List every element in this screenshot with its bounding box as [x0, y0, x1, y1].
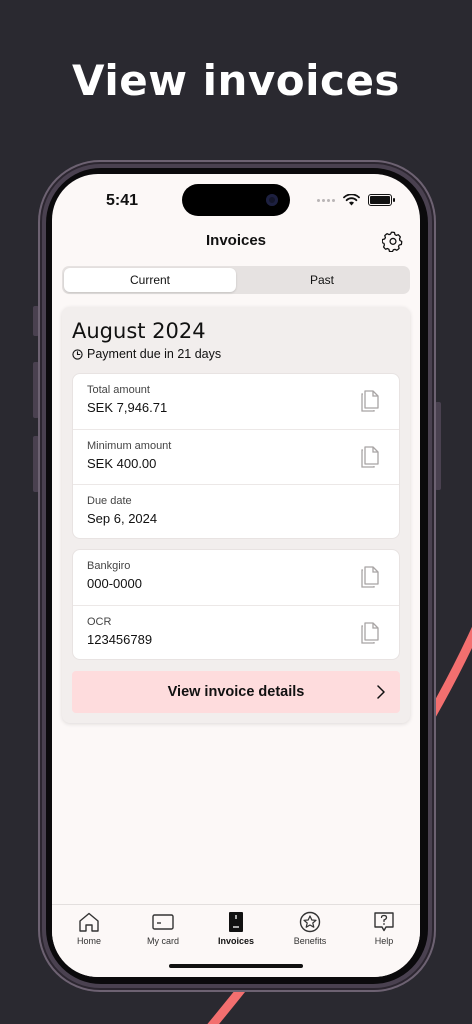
settings-gear-icon[interactable]: [382, 230, 404, 252]
invoice-icon: [229, 912, 243, 932]
invoice-period-toggle: Current Past: [62, 266, 410, 294]
tab-invoices[interactable]: Invoices: [206, 911, 266, 946]
copy-icon[interactable]: [359, 389, 381, 413]
copy-icon[interactable]: [359, 445, 381, 469]
tab-invoices-label: Invoices: [217, 936, 255, 946]
battery-icon: [368, 194, 395, 206]
due-date-row: Due date Sep 6, 2024: [73, 484, 399, 539]
invoice-title: August 2024: [72, 319, 206, 343]
tab-current[interactable]: Current: [64, 268, 236, 292]
bankgiro-value: 000-0000: [87, 576, 142, 591]
tab-help[interactable]: Help: [354, 911, 414, 946]
card-icon: [152, 914, 174, 930]
total-amount-value: SEK 7,946.71: [87, 400, 168, 415]
payment-info-panel: Bankgiro 000-0000 OCR 123456789: [72, 549, 400, 660]
status-icons: [317, 193, 395, 207]
due-date-value: Sep 6, 2024: [87, 511, 158, 526]
bottom-tab-bar: Home My card Invoices Benefits Help: [52, 904, 420, 977]
due-date-label: Due date: [87, 495, 132, 507]
minimum-amount-row: Minimum amount SEK 400.00: [73, 429, 399, 484]
promo-headline: View invoices: [72, 56, 400, 105]
home-indicator[interactable]: [169, 964, 303, 968]
app-screen: 5:41 Invoices Current Past August 2024 P…: [52, 174, 420, 977]
view-invoice-details-label: View invoice details: [167, 684, 305, 700]
payment-due-status: Payment due in 21 days: [72, 347, 221, 361]
tab-home-label: Home: [76, 936, 101, 946]
camera-icon: [266, 194, 278, 206]
tab-benefits-label: Benefits: [293, 936, 327, 946]
ocr-label: OCR: [87, 616, 112, 628]
star-badge-icon: [299, 911, 321, 933]
invoice-card: August 2024 Payment due in 21 days Total…: [62, 307, 410, 723]
page-title: Invoices: [205, 232, 267, 249]
ocr-row: OCR 123456789: [73, 605, 399, 660]
bankgiro-row: Bankgiro 000-0000: [73, 550, 399, 605]
ocr-value: 123456789: [87, 632, 153, 647]
tab-help-label: Help: [374, 936, 394, 946]
payment-due-text: Payment due in 21 days: [87, 347, 222, 361]
view-invoice-details-button[interactable]: View invoice details: [72, 671, 400, 713]
tab-past[interactable]: Past: [236, 268, 408, 292]
home-icon: [79, 912, 99, 932]
copy-icon[interactable]: [359, 621, 381, 645]
bankgiro-label: Bankgiro: [87, 560, 131, 572]
tab-my-card-label: My card: [146, 936, 179, 946]
amounts-panel: Total amount SEK 7,946.71 Minimum amount…: [72, 373, 400, 539]
chevron-right-icon: [377, 685, 385, 699]
copy-icon[interactable]: [359, 565, 381, 589]
total-amount-row: Total amount SEK 7,946.71: [73, 374, 399, 429]
tab-benefits[interactable]: Benefits: [280, 911, 340, 946]
minimum-amount-label: Minimum amount: [87, 440, 172, 452]
status-bar: 5:41: [52, 174, 420, 226]
dynamic-island: [182, 184, 290, 216]
status-time: 5:41: [106, 192, 139, 209]
signal-icon: [317, 198, 335, 202]
help-icon: [374, 912, 394, 932]
minimum-amount-value: SEK 400.00: [87, 456, 157, 471]
clock-icon: [72, 348, 83, 360]
tab-my-card[interactable]: My card: [133, 911, 193, 946]
total-amount-label: Total amount: [87, 384, 150, 396]
wifi-icon: [343, 194, 360, 206]
tab-home[interactable]: Home: [59, 911, 119, 946]
